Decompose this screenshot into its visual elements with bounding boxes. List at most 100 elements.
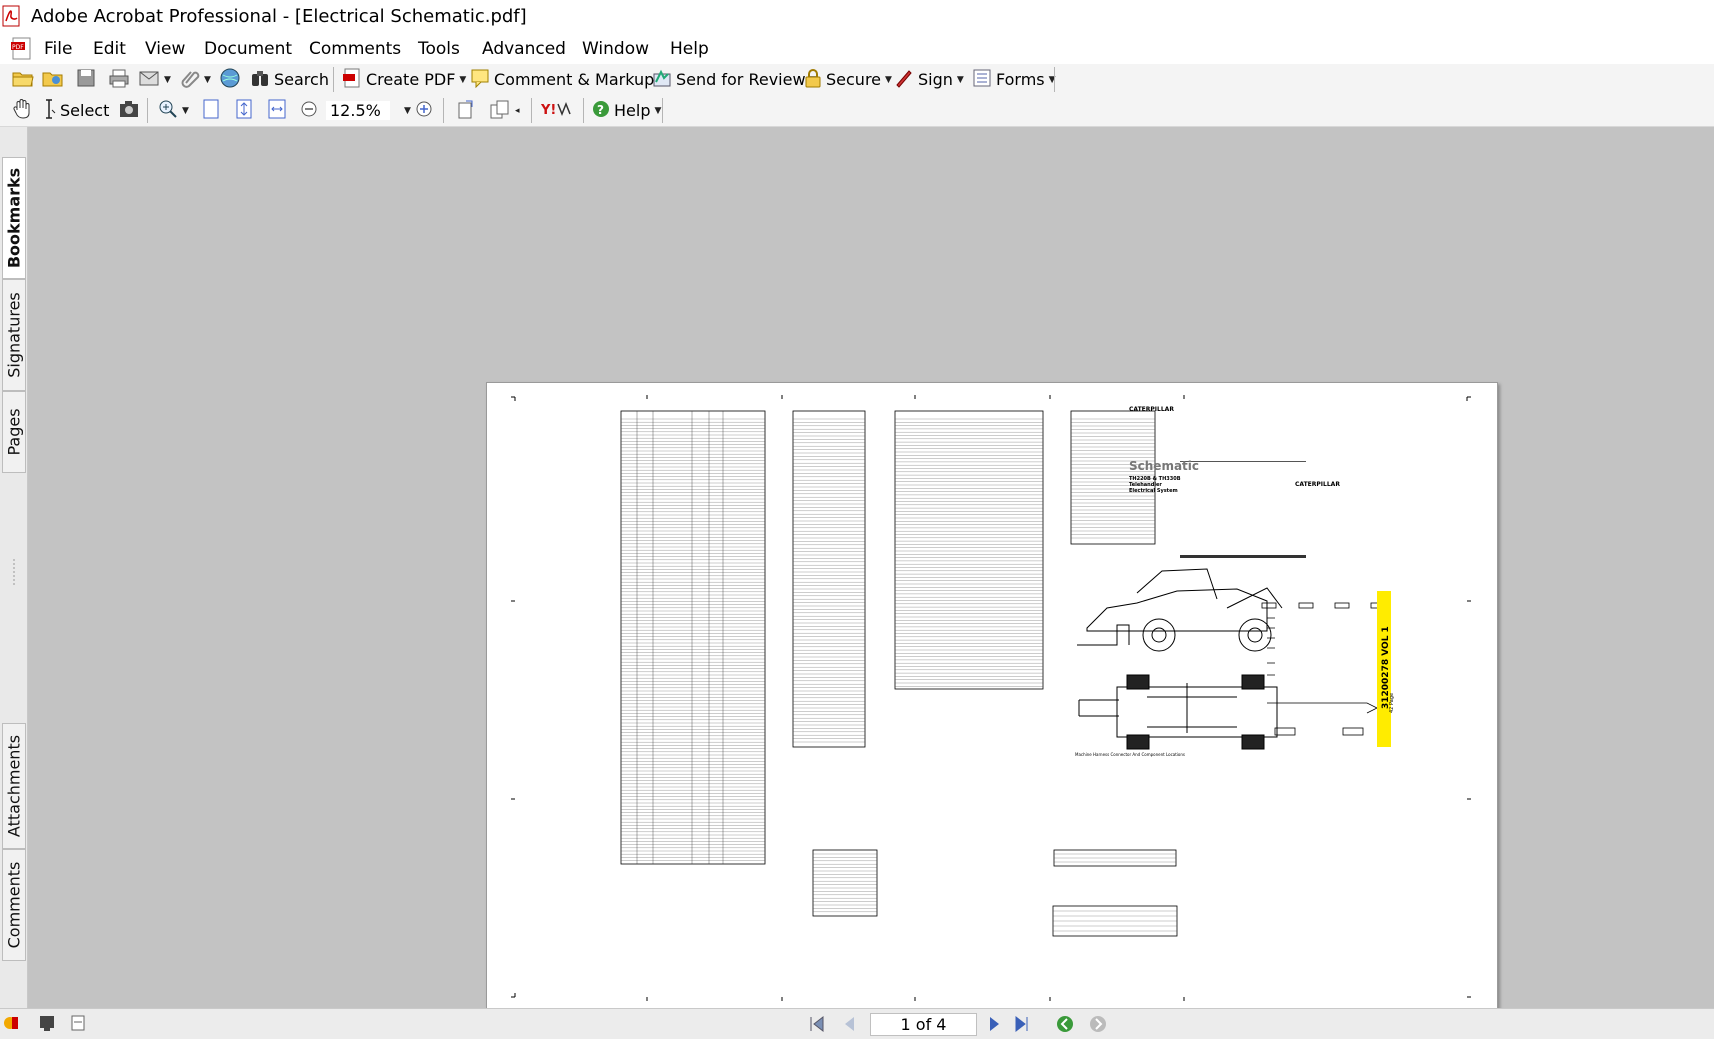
menu-view[interactable]: View	[145, 39, 185, 59]
lock-icon	[804, 68, 822, 92]
organizer-button[interactable]	[42, 68, 64, 91]
wire-table-1	[620, 410, 766, 865]
svg-text:PDF: PDF	[12, 44, 24, 51]
brand-logo-1: CATERPILLAR	[1129, 406, 1174, 413]
toolbar-separator	[662, 98, 663, 123]
toolbar-separator	[531, 98, 532, 123]
help-button[interactable]: ? Help ▼	[592, 99, 661, 122]
send-review-button[interactable]: Send for Review▼	[652, 68, 816, 91]
forms-button[interactable]: Forms ▼	[972, 68, 1056, 91]
text-cursor-icon	[42, 98, 56, 124]
hand-icon	[12, 98, 32, 124]
next-page-button[interactable]	[986, 1015, 1004, 1037]
menu-file[interactable]: File	[44, 39, 72, 59]
fit-page-button[interactable]	[236, 99, 252, 122]
toolbar-separator	[333, 67, 334, 92]
hand-tool-button[interactable]	[12, 98, 32, 124]
snapshot-button[interactable]	[118, 99, 140, 122]
telehandler-side-view	[1077, 568, 1283, 652]
zoom-level-input[interactable]: 12.5% ▼	[326, 99, 411, 122]
previous-page-button[interactable]	[840, 1015, 858, 1037]
actual-size-icon	[203, 99, 219, 123]
tab-attachments[interactable]: Attachments	[2, 723, 26, 849]
print-button[interactable]	[108, 68, 130, 91]
paperclip-icon	[180, 68, 200, 92]
rotate-page-icon	[456, 99, 476, 123]
open-button[interactable]	[12, 68, 34, 91]
small-table-c	[1052, 905, 1178, 937]
document-view[interactable]: 31200278 VOL 1 42 Page CATERPILLAR CATER…	[28, 127, 1714, 1014]
secure-button[interactable]: Secure ▼	[804, 68, 892, 91]
tab-signatures[interactable]: Signatures	[2, 279, 26, 391]
zoom-out-button[interactable]	[300, 99, 318, 122]
magnifier-icon	[158, 99, 178, 123]
doc-title: Schematic	[1129, 459, 1199, 473]
rotate-button[interactable]	[456, 99, 476, 122]
telehandler-top-view	[1078, 674, 1278, 750]
tasks-toolbar: ▼ ▼ Search Create PDF▼ Comment & Markup▼…	[0, 64, 1714, 96]
create-pdf-icon	[342, 68, 362, 92]
printer-icon	[108, 68, 130, 92]
menu-advanced[interactable]: Advanced	[482, 39, 566, 59]
pen-sign-icon	[894, 68, 914, 92]
page-number-field[interactable]: 1 of 4	[870, 1013, 977, 1036]
toolbar-separator	[1054, 67, 1055, 92]
menu-edit[interactable]: Edit	[93, 39, 126, 59]
tab-comments[interactable]: Comments	[2, 849, 26, 961]
zoom-in-button[interactable]	[415, 99, 433, 122]
next-view-button[interactable]	[1088, 1014, 1108, 1038]
navigation-toolbar: Select ▼ 12.5% ▼ ◂ Y! ? Help ▼	[0, 95, 1714, 127]
tab-pages[interactable]: Pages	[2, 391, 26, 473]
menu-help[interactable]: Help	[670, 39, 709, 59]
menu-comments[interactable]: Comments	[309, 39, 401, 59]
pdf-document-icon[interactable]: PDF	[10, 37, 34, 61]
globe-icon	[219, 67, 241, 93]
acrobat-pdf-icon	[2, 5, 22, 27]
yahoo-logo-icon: Y!	[540, 100, 575, 122]
comment-markup-button[interactable]: Comment & Markup▼	[470, 68, 665, 91]
attach-button[interactable]: ▼	[180, 68, 211, 91]
menu-window[interactable]: Window	[582, 39, 649, 59]
title-block	[1180, 461, 1306, 558]
svg-text:Y!: Y!	[541, 103, 556, 118]
tab-bookmarks[interactable]: Bookmarks	[2, 157, 26, 279]
actual-size-button[interactable]	[203, 99, 219, 122]
symbol-legend	[1261, 602, 1386, 736]
zoom-dropdown-icon[interactable]: ▼	[404, 106, 411, 116]
toolbar-separator	[147, 98, 148, 123]
last-page-button[interactable]	[1013, 1015, 1031, 1037]
fit-width-button[interactable]	[268, 99, 286, 122]
spine-sublabel: 42 Page	[1389, 693, 1395, 713]
send-review-icon	[652, 68, 672, 92]
security-status-icon[interactable]	[2, 1014, 20, 1036]
menu-document[interactable]: Document	[204, 39, 292, 59]
select-tool-button[interactable]: Select	[42, 98, 109, 124]
menu-bar: PDF File Edit View Document Comments Too…	[0, 34, 1714, 64]
small-table-b	[1053, 849, 1177, 867]
open-folder-icon	[12, 68, 34, 92]
rotate-view-button[interactable]: ◂	[489, 99, 520, 122]
fullscreen-icon[interactable]	[38, 1014, 56, 1036]
menu-tools[interactable]: Tools	[418, 39, 460, 59]
previous-view-button[interactable]	[1055, 1014, 1075, 1038]
organizer-folder-icon	[42, 68, 64, 92]
fit-width-icon	[268, 99, 286, 123]
zoom-level-value: 12.5%	[326, 101, 390, 120]
save-button[interactable]	[76, 68, 96, 91]
schematic-sheet: 31200278 VOL 1 42 Page CATERPILLAR CATER…	[511, 395, 1471, 1001]
sign-button[interactable]: Sign ▼	[894, 68, 964, 91]
first-page-button[interactable]	[808, 1015, 826, 1037]
zoom-tool-button[interactable]: ▼	[158, 99, 189, 122]
title-bar: Adobe Acrobat Professional - [Electrical…	[0, 0, 1714, 34]
brand-logo-2: CATERPILLAR	[1295, 481, 1340, 488]
email-button[interactable]: ▼	[138, 68, 171, 91]
create-pdf-button[interactable]: Create PDF ▼	[342, 68, 466, 91]
pdf-page[interactable]: 31200278 VOL 1 42 Page CATERPILLAR CATER…	[486, 382, 1498, 1014]
window-title: Adobe Acrobat Professional - [Electrical…	[31, 6, 527, 27]
yahoo-toolbar-button[interactable]: Y!	[540, 99, 575, 122]
web-search-button[interactable]	[219, 68, 241, 91]
page-layout-icon[interactable]	[69, 1014, 87, 1036]
pane-resize-grip[interactable]	[10, 557, 18, 587]
comment-note-icon	[470, 68, 490, 92]
search-button[interactable]: Search	[250, 68, 329, 91]
